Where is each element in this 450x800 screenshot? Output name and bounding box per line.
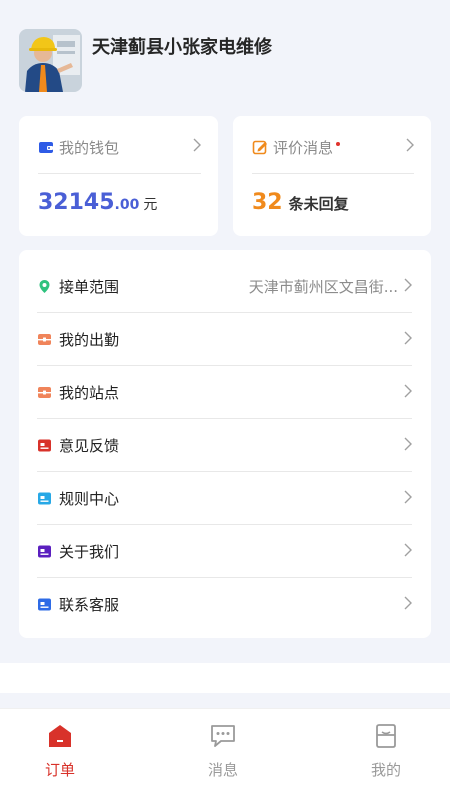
wallet-currency-unit: 元 — [143, 197, 158, 213]
wallet-card[interactable]: 我的钱包 32145 .00 元 — [19, 116, 218, 236]
wallet-amount-decimal: .00 — [114, 197, 140, 213]
service-area-value: 天津市蓟州区文昌街... — [248, 278, 398, 296]
wallet-balance: 32145 .00 元 — [38, 190, 157, 215]
menu-item-attendance[interactable]: 我的出勤 — [37, 313, 412, 366]
location-pin-icon — [37, 279, 52, 294]
tab-label: 订单 — [44, 761, 75, 779]
station-icon — [37, 385, 52, 400]
menu-item-label: 我的出勤 — [59, 331, 120, 349]
chevron-right-icon — [404, 595, 412, 614]
tab-label: 我的 — [370, 761, 401, 779]
tab-label: 消息 — [207, 761, 238, 779]
profile-icon — [372, 723, 400, 749]
menu-item-label: 规则中心 — [59, 490, 120, 508]
menu-item-feedback[interactable]: 意见反馈 — [37, 419, 412, 472]
tab-messages[interactable]: 消息 — [183, 723, 263, 780]
menu-item-customer-service[interactable]: 联系客服 — [37, 578, 412, 631]
feedback-icon — [37, 438, 52, 453]
wallet-icon — [38, 139, 54, 155]
menu-item-service-area[interactable]: 接单范围 天津市蓟州区文昌街... — [37, 260, 412, 313]
menu-item-rules-center[interactable]: 规则中心 — [37, 472, 412, 525]
review-messages-card[interactable]: 评价消息 32 条未回复 — [233, 116, 431, 236]
profile-header: 天津蓟县小张家电维修 — [0, 0, 450, 110]
divider — [252, 173, 414, 174]
avatar[interactable] — [19, 29, 82, 92]
about-icon — [37, 544, 52, 559]
wallet-amount-integer: 32145 — [38, 190, 115, 215]
menu-item-label: 关于我们 — [59, 543, 120, 561]
order-house-icon — [46, 723, 74, 749]
unreplied-number: 32 — [252, 190, 283, 215]
rules-icon — [37, 491, 52, 506]
attendance-icon — [37, 332, 52, 347]
chevron-right-icon — [404, 330, 412, 349]
chevron-right-icon — [404, 436, 412, 455]
menu-item-label: 接单范围 — [59, 278, 120, 296]
chevron-right-icon — [404, 383, 412, 402]
unreplied-count: 32 条未回复 — [252, 190, 349, 215]
chevron-right-icon — [404, 489, 412, 508]
wallet-label: 我的钱包 — [59, 138, 120, 157]
chevron-right-icon — [406, 138, 414, 156]
menu-item-about-us[interactable]: 关于我们 — [37, 525, 412, 578]
tab-profile[interactable]: 我的 — [346, 723, 426, 780]
menu-item-label: 联系客服 — [59, 596, 120, 614]
menu-item-station[interactable]: 我的站点 — [37, 366, 412, 419]
bottom-tab-bar: 订单 消息 我的 — [0, 708, 450, 800]
tab-orders[interactable]: 订单 — [20, 723, 100, 780]
chevron-right-icon — [404, 542, 412, 561]
menu-item-label: 意见反馈 — [59, 437, 120, 455]
chevron-right-icon — [193, 138, 201, 156]
divider — [38, 173, 201, 174]
shop-name: 天津蓟县小张家电维修 — [92, 37, 272, 58]
reviews-label: 评价消息 — [273, 138, 334, 157]
menu-item-label: 我的站点 — [59, 384, 120, 402]
settings-menu: 接单范围 天津市蓟州区文昌街... 我的出勤 我的站点 意见反馈 规则中心 关于… — [19, 250, 431, 638]
message-bubble-icon — [209, 723, 237, 749]
chevron-right-icon — [404, 277, 412, 296]
edit-icon — [252, 139, 268, 155]
spacer-band — [0, 663, 450, 693]
unreplied-suffix: 条未回复 — [288, 195, 349, 213]
customer-service-icon — [37, 597, 52, 612]
wallet-card-header: 我的钱包 — [38, 136, 201, 158]
reviews-card-header: 评价消息 — [252, 136, 414, 158]
unread-dot — [336, 142, 341, 146]
